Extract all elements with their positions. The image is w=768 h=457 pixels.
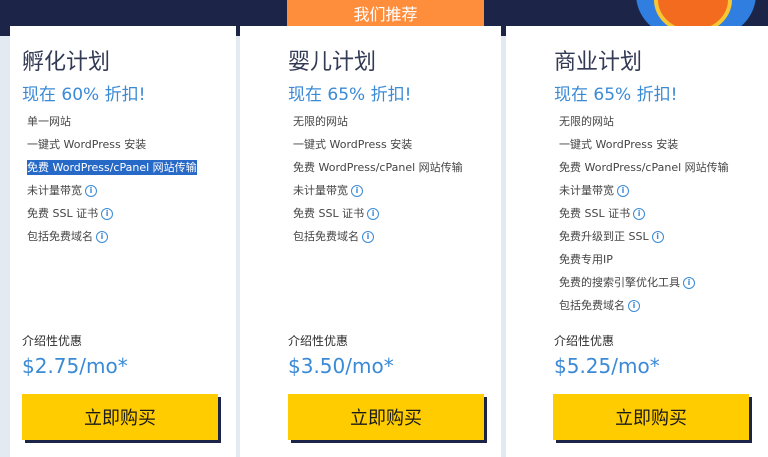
feature-text: 无限的网站	[293, 115, 348, 128]
plan-price: $5.25/mo*	[554, 354, 660, 378]
feature-item: 免费 SSL 证书 i	[293, 202, 463, 225]
feature-item: 未计量带宽 i	[293, 179, 463, 202]
feature-text: 未计量带宽	[27, 184, 82, 197]
feature-item: 免费升级到正 SSL i	[559, 225, 729, 248]
feature-item: 无限的网站	[293, 110, 463, 133]
feature-text: 一键式 WordPress 安装	[559, 138, 679, 151]
info-icon[interactable]: i	[96, 231, 108, 243]
plan-card-baby: 婴儿计划 现在 65% 折扣! 无限的网站 一键式 WordPress 安装 免费 …	[240, 26, 501, 457]
feature-item: 一键式 WordPress 安装	[559, 133, 729, 156]
feature-item: 未计量带宽 i	[559, 179, 729, 202]
feature-text: 免费 WordPress/cPanel 网站传输	[559, 161, 729, 174]
feature-item: 免费专用IP	[559, 248, 729, 271]
plan-card-hatchling: 孵化计划 现在 60% 折扣! 单一网站一键式 WordPress 安装免费 W…	[10, 26, 236, 457]
feature-text: 未计量带宽	[293, 184, 348, 197]
feature-item: 包括免费域名 i	[293, 225, 463, 248]
feature-item: 免费的搜索引擎优化工具 i	[559, 271, 729, 294]
info-icon[interactable]: i	[633, 208, 646, 220]
intro-offer-label: 介绍性优惠	[22, 334, 83, 348]
info-icon[interactable]: i	[683, 277, 695, 289]
buy-now-button[interactable]: 立即购买	[22, 394, 218, 440]
info-icon[interactable]: i	[85, 185, 97, 197]
buy-now-button[interactable]: 立即购买	[288, 394, 484, 440]
feature-text: 免费专用IP	[559, 253, 613, 266]
feature-text: 包括免费域名	[27, 230, 93, 243]
info-icon[interactable]: i	[617, 185, 629, 197]
intro-offer-label: 介绍性优惠	[554, 334, 615, 348]
feature-text: 无限的网站	[559, 115, 614, 128]
recommended-badge: 我们推荐	[287, 0, 484, 26]
feature-text: 包括免费域名	[559, 299, 625, 312]
plan-title: 商业计划	[554, 50, 643, 75]
plan-card-business: 商业计划 现在 65% 折扣! 无限的网站 一键式 WordPress 安装 免费 …	[506, 26, 768, 457]
feature-text: 免费 WordPress/cPanel 网站传输	[293, 161, 463, 174]
plan-discount: 现在 65% 折扣!	[554, 85, 678, 105]
plan-title: 孵化计划	[22, 50, 111, 75]
feature-item: 无限的网站	[559, 110, 729, 133]
plan-discount: 现在 60% 折扣!	[22, 85, 146, 105]
feature-list: 无限的网站一键式 WordPress 安装免费 WordPress/cPanel…	[559, 110, 729, 317]
feature-list: 单一网站一键式 WordPress 安装免费 WordPress/cPanel …	[27, 110, 197, 248]
feature-text: 免费升级到正 SSL	[559, 230, 649, 243]
feature-text: 一键式 WordPress 安装	[27, 138, 147, 151]
feature-text: 未计量带宽	[559, 184, 614, 197]
feature-item: 一键式 WordPress 安装	[27, 133, 197, 156]
info-icon[interactable]: i	[351, 185, 363, 197]
feature-item: 包括免费域名 i	[559, 294, 729, 317]
plan-price: $2.75/mo*	[22, 354, 128, 378]
feature-text: 免费 WordPress/cPanel 网站传输	[27, 160, 197, 175]
plan-title: 婴儿计划	[288, 50, 377, 75]
plan-discount: 现在 65% 折扣!	[288, 85, 412, 105]
feature-item: 免费 WordPress/cPanel 网站传输	[27, 156, 197, 179]
feature-text: 包括免费域名	[293, 230, 359, 243]
info-icon[interactable]: i	[628, 300, 640, 312]
info-icon[interactable]: i	[362, 231, 374, 243]
feature-text: 免费的搜索引擎优化工具	[559, 276, 680, 289]
feature-item: 免费 SSL 证书 i	[559, 202, 729, 225]
feature-item: 包括免费域名 i	[27, 225, 197, 248]
feature-text: 单一网站	[27, 115, 71, 128]
feature-list: 无限的网站一键式 WordPress 安装免费 WordPress/cPanel…	[293, 110, 463, 248]
feature-text: 一键式 WordPress 安装	[293, 138, 413, 151]
intro-offer-label: 介绍性优惠	[288, 334, 349, 348]
info-icon[interactable]: i	[101, 208, 114, 220]
plan-price: $3.50/mo*	[288, 354, 394, 378]
feature-text: 免费 SSL 证书	[293, 207, 365, 220]
feature-item: 免费 WordPress/cPanel 网站传输	[293, 156, 463, 179]
feature-item: 一键式 WordPress 安装	[293, 133, 463, 156]
feature-text: 免费 SSL 证书	[27, 207, 99, 220]
info-icon[interactable]: i	[651, 231, 664, 243]
feature-item: 单一网站	[27, 110, 197, 133]
info-icon[interactable]: i	[367, 208, 380, 220]
feature-text: 免费 SSL 证书	[559, 207, 631, 220]
buy-now-button[interactable]: 立即购买	[553, 394, 749, 440]
feature-item: 免费 SSL 证书 i	[27, 202, 197, 225]
feature-item: 免费 WordPress/cPanel 网站传输	[559, 156, 729, 179]
feature-item: 未计量带宽 i	[27, 179, 197, 202]
